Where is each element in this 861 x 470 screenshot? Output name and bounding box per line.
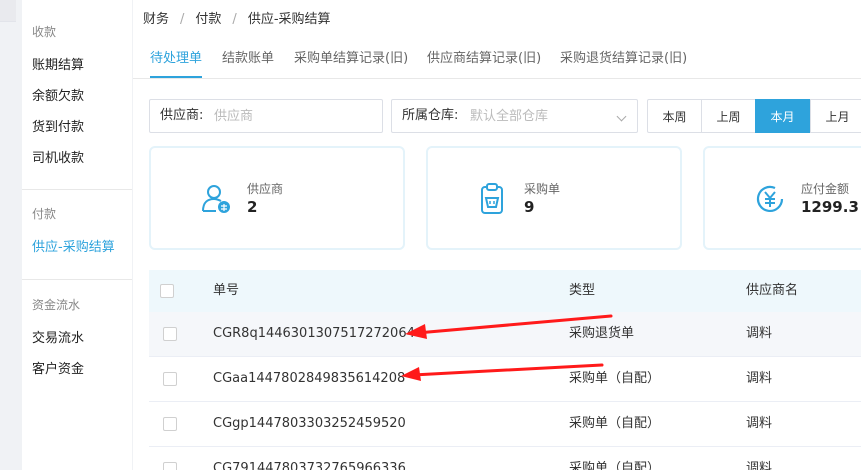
main-content: 财务 / 付款 / 供应-采购结算 待处理单 结款账单 采购单结算记录(旧) 供应商结算…: [133, 0, 861, 470]
breadcrumb-separator: /: [180, 12, 185, 27]
period-this-month-button[interactable]: 本月: [755, 99, 810, 133]
type-cell: 采购退货单: [569, 326, 635, 341]
sidebar-item-supplier-purchase-settlement[interactable]: 供应-采购结算: [22, 232, 132, 263]
sidebar-divider: [22, 279, 132, 280]
type-cell: 采购单（自配）: [569, 416, 661, 431]
row-checkbox[interactable]: [163, 462, 177, 470]
sidebar-item-cash-on-delivery[interactable]: 货到付款: [22, 112, 132, 143]
period-last-week-button[interactable]: 上周: [701, 99, 756, 133]
stat-card-suppliers: 供应商 2: [149, 146, 405, 250]
breadcrumb-current: 供应-采购结算: [247, 12, 331, 27]
table-header: 单号 类型 供应商名: [149, 270, 861, 312]
tab-purchase-return-settlement-records-old[interactable]: 采购退货结算记录(旧): [560, 40, 687, 78]
supplier-cell: 调料: [746, 371, 773, 386]
tab-bar: 待处理单 结款账单 采购单结算记录(旧) 供应商结算记录(旧) 采购退货结算记录…: [133, 40, 861, 79]
select-all-checkbox[interactable]: [160, 284, 174, 298]
supplier-filter-label: 供应商:: [160, 108, 204, 123]
stat-card-amount-payable: 应付金额 1299.3: [703, 146, 861, 250]
period-last-month-button[interactable]: 上月: [810, 99, 861, 133]
sidebar-item-customer-funds[interactable]: 客户资金: [22, 354, 132, 385]
sidebar-section-title: 付款: [32, 207, 57, 221]
table-row[interactable]: CGgp1447803303252459520 采购单（自配） 调料: [149, 402, 861, 447]
type-cell: 采购单（自配）: [569, 371, 661, 386]
period-this-week-button[interactable]: 本周: [647, 99, 702, 133]
breadcrumb-payment[interactable]: 付款: [195, 12, 221, 27]
stat-card-purchase-orders: 采购单 9: [426, 146, 682, 250]
stat-value: 1299.3: [801, 198, 859, 216]
order-no-cell: CGR8q1446301307517272064: [213, 326, 415, 341]
tab-settlement-bills[interactable]: 结款账单: [222, 40, 274, 78]
breadcrumb: 财务 / 付款 / 供应-采购结算: [143, 10, 331, 30]
type-cell: 采购单（自配）: [569, 461, 661, 470]
tab-pending[interactable]: 待处理单: [150, 40, 203, 78]
column-header-order-no: 单号: [213, 283, 240, 298]
table-row[interactable]: CGaa1447802849835614208 采购单（自配） 调料: [149, 357, 861, 402]
supplier-cell: 调料: [746, 461, 773, 470]
row-checkbox[interactable]: [163, 327, 177, 341]
supplier-cell: 调料: [746, 416, 773, 431]
finance-sidebar: 收款 账期结算 余额欠款 货到付款 司机收款 付款 供应-采购结算 资金流水 交…: [22, 0, 132, 470]
supplier-input[interactable]: [214, 100, 374, 132]
sidebar-divider: [22, 189, 132, 190]
pending-orders-table: 单号 类型 供应商名 CGR8q1446301307517272064 采购退货…: [149, 270, 861, 470]
stat-value: 9: [524, 198, 535, 216]
chevron-down-icon: [616, 111, 627, 122]
row-checkbox[interactable]: [163, 372, 177, 386]
supplier-filter[interactable]: 供应商:: [149, 99, 383, 133]
table-row[interactable]: CG791447803732765966336 采购单（自配） 调料: [149, 447, 861, 470]
clipboard-basket-icon: [481, 183, 503, 214]
warehouse-filter-label: 所属仓库:: [402, 108, 459, 123]
outer-nav-strip: [0, 0, 16, 470]
yen-coin-icon: [756, 185, 784, 212]
supplier-cell: 调料: [746, 326, 773, 341]
warehouse-select[interactable]: [470, 100, 610, 132]
table-row[interactable]: CGR8q1446301307517272064 采购退货单 调料: [149, 312, 861, 357]
stat-label: 应付金额: [801, 182, 850, 196]
order-no-cell: CGaa1447802849835614208: [213, 371, 406, 386]
sidebar-item-period-settlement[interactable]: 账期结算: [22, 50, 132, 81]
sidebar-section-payments: 付款 供应-采购结算: [22, 204, 132, 263]
sidebar-section-title: 收款: [32, 25, 57, 39]
stat-label: 采购单: [524, 182, 561, 196]
sidebar-item-balance-owed[interactable]: 余额欠款: [22, 81, 132, 112]
order-no-cell: CGgp1447803303252459520: [213, 416, 406, 431]
supplier-user-icon: [202, 185, 230, 213]
column-header-type: 类型: [569, 283, 596, 298]
sidebar-section-cashflow: 资金流水 交易流水 客户资金: [22, 295, 132, 385]
outer-nav-strip-header: [0, 0, 16, 22]
breadcrumb-separator: /: [232, 12, 237, 27]
sidebar-item-transactions[interactable]: 交易流水: [22, 323, 132, 354]
breadcrumb-finance[interactable]: 财务: [143, 12, 169, 27]
tab-purchase-settlement-records-old[interactable]: 采购单结算记录(旧): [294, 40, 408, 78]
order-no-cell: CG791447803732765966336: [213, 461, 406, 470]
column-header-supplier-name: 供应商名: [746, 283, 799, 298]
warehouse-filter[interactable]: 所属仓库:: [391, 99, 638, 133]
sidebar-item-driver-collection[interactable]: 司机收款: [22, 143, 132, 174]
stat-value: 2: [247, 198, 258, 216]
sidebar-section-receipts: 收款 账期结算 余额欠款 货到付款 司机收款: [22, 22, 132, 174]
sidebar-section-title: 资金流水: [32, 298, 81, 312]
stat-label: 供应商: [247, 182, 284, 196]
tab-supplier-settlement-records-old[interactable]: 供应商结算记录(旧): [427, 40, 541, 78]
row-checkbox[interactable]: [163, 417, 177, 431]
